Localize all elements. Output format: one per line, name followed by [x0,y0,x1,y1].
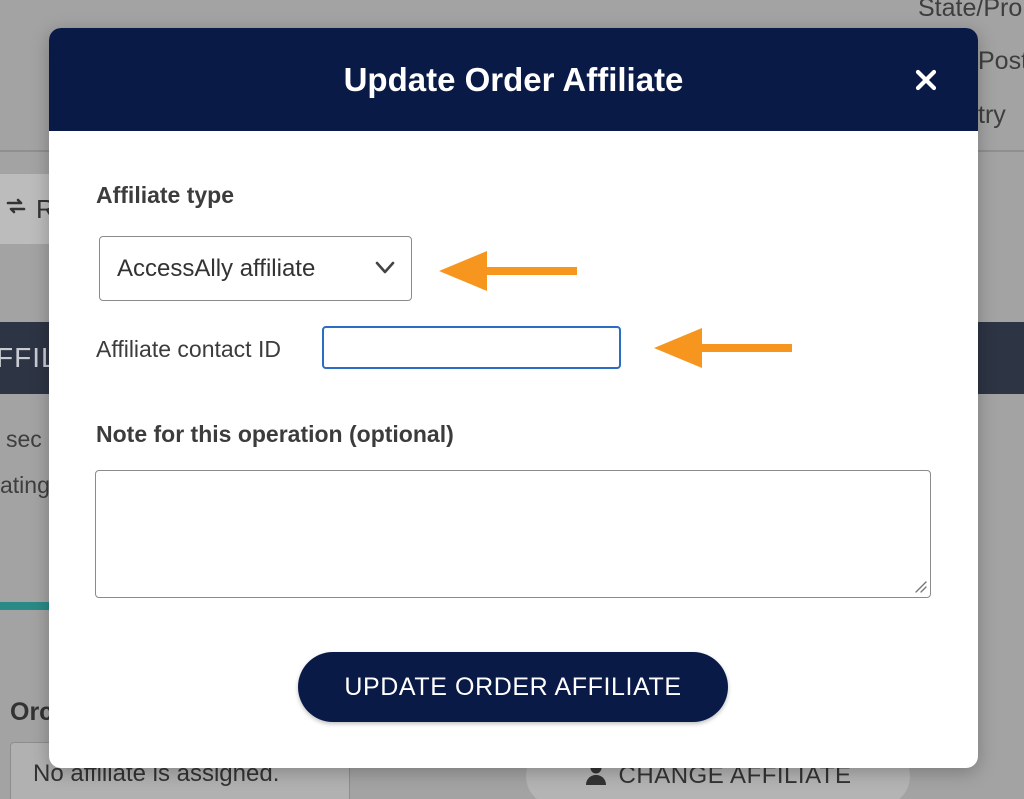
affiliate-type-select[interactable]: AccessAlly affiliate [99,236,412,301]
affiliate-contact-id-input[interactable] [322,326,621,369]
modal-header: Update Order Affiliate [49,28,978,131]
close-icon [915,69,937,91]
bg-country-label: try [978,101,1006,129]
bg-postal-label: Posta [978,47,1024,75]
affiliate-type-value: AccessAlly affiliate [117,254,316,282]
bg-order-heading: Orc [10,698,54,726]
resize-handle-icon[interactable] [913,579,927,593]
affiliate-type-label: Affiliate type [96,182,235,208]
bg-state-label: State/Pro [918,0,1023,22]
refresh-icon [4,194,28,225]
update-order-affiliate-label: UPDATE ORDER AFFILIATE [344,672,682,701]
note-label: Note for this operation (optional) [96,421,454,447]
chevron-down-icon [375,261,395,274]
bg-text-line-2: ating [0,472,50,498]
arrow-left-icon [439,251,577,291]
affiliate-contact-id-label: Affiliate contact ID [96,336,281,362]
update-order-affiliate-button[interactable]: UPDATE ORDER AFFILIATE [298,652,728,722]
arrow-left-icon [654,328,792,368]
close-button[interactable] [912,66,940,94]
update-affiliate-modal: Update Order Affiliate Affiliate type Ac… [49,28,978,768]
note-textarea[interactable] [95,470,931,598]
bg-text-line-1: sec [6,426,42,452]
modal-title: Update Order Affiliate [343,60,684,98]
